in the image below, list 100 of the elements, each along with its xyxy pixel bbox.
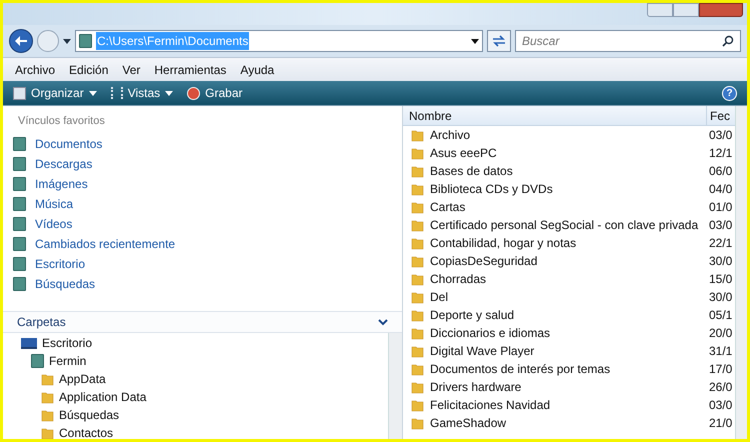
folder-icon — [411, 146, 424, 160]
file-name[interactable]: CopiasDeSeguridad — [403, 252, 707, 270]
file-date: 12/1 — [708, 145, 734, 162]
file-name[interactable]: Archivo — [403, 126, 707, 144]
folder-icon — [411, 272, 424, 286]
menu-item[interactable]: Edición — [69, 60, 108, 78]
tree-item[interactable]: Búsquedas — [13, 406, 388, 424]
scrollbar[interactable] — [388, 333, 402, 439]
file-date: 01/0 — [708, 199, 734, 216]
address-path: C:\Users\Fermin\Documents — [96, 32, 250, 50]
search-box[interactable]: Buscar — [515, 30, 741, 52]
folder-icon — [411, 218, 424, 232]
favorite-link[interactable]: Escritorio — [13, 254, 402, 274]
library-icon — [13, 276, 26, 290]
column-header[interactable]: Fec — [707, 106, 735, 125]
file-name[interactable]: Contabilidad, hogar y notas — [403, 234, 707, 252]
folder-icon — [411, 236, 424, 250]
favorite-link[interactable]: Vídeos — [13, 214, 402, 234]
file-date: 30/0 — [708, 253, 734, 270]
pages-icon — [13, 86, 26, 100]
file-date: 17/0 — [708, 361, 734, 378]
file-date: 05/1 — [708, 307, 734, 324]
folder-icon — [411, 326, 424, 340]
folder-icon — [41, 408, 54, 422]
close-icon[interactable] — [699, 3, 743, 17]
menu-item[interactable]: Archivo — [15, 60, 56, 78]
folder-icon — [411, 398, 424, 412]
search-icon[interactable] — [722, 35, 734, 47]
back-button[interactable] — [9, 29, 33, 53]
folder-icon — [411, 128, 424, 142]
toolbar-button[interactable]: Organizar — [13, 84, 97, 102]
favorite-link[interactable]: Cambiados recientemente — [13, 234, 402, 254]
tree-item[interactable]: Fermin — [13, 352, 388, 370]
chevron-icon — [378, 318, 388, 326]
folder-icon — [411, 254, 424, 268]
file-date: 15/0 — [708, 271, 734, 288]
file-date: 20/0 — [708, 325, 734, 342]
folder-icon — [411, 380, 424, 394]
library-icon — [13, 136, 26, 150]
file-name[interactable]: Deporte y salud — [403, 306, 707, 324]
menu-item[interactable]: Ayuda — [240, 60, 274, 78]
file-name[interactable]: GameShadow — [403, 414, 707, 432]
dropdown-icon[interactable] — [471, 38, 479, 44]
maximize-icon[interactable] — [673, 3, 699, 17]
favorite-link[interactable]: Documentos — [13, 134, 402, 154]
file-name[interactable]: Bases de datos — [403, 162, 707, 180]
folders-title: Carpetas — [17, 314, 66, 331]
favorite-link[interactable]: Descargas — [13, 154, 402, 174]
file-date: 22/1 — [708, 235, 734, 252]
arrow-icon — [15, 36, 27, 46]
file-name[interactable]: Digital Wave Player — [403, 342, 707, 360]
file-date: 21/0 — [708, 415, 734, 432]
menu-item[interactable]: Herramientas — [154, 60, 226, 78]
folder-icon — [411, 362, 424, 376]
file-name[interactable]: Documentos de interés por temas — [403, 360, 707, 378]
toolbar-button[interactable]: Vistas — [110, 84, 174, 102]
refresh-button[interactable] — [487, 30, 511, 52]
folders-header[interactable]: Carpetas — [3, 311, 402, 333]
file-name[interactable]: Del — [403, 288, 707, 306]
file-name[interactable]: Chorradas — [403, 270, 707, 288]
file-date: 30/0 — [708, 289, 734, 306]
file-date: 03/0 — [708, 397, 734, 414]
folder-icon — [41, 390, 54, 404]
minimize-icon[interactable] — [647, 3, 673, 17]
favorite-link[interactable]: Búsquedas — [13, 274, 402, 294]
caret-icon — [165, 90, 174, 96]
file-name[interactable]: Biblioteca CDs y DVDs — [403, 180, 707, 198]
caret-icon[interactable] — [63, 38, 71, 44]
file-date: 06/0 — [708, 163, 734, 180]
folder-icon — [411, 200, 424, 214]
column-header[interactable]: Nombre — [403, 106, 707, 125]
folder-icon — [41, 426, 54, 439]
library-icon — [13, 236, 26, 250]
tree-item[interactable]: Application Data — [13, 388, 388, 406]
favorite-link[interactable]: Música — [13, 194, 402, 214]
favorite-link[interactable]: Imágenes — [13, 174, 402, 194]
toolbar-button[interactable]: Grabar — [187, 84, 243, 102]
search-field[interactable]: Buscar — [522, 32, 722, 50]
help-icon[interactable]: ? — [722, 86, 737, 100]
scrollbar[interactable] — [735, 106, 747, 439]
library-icon — [13, 216, 26, 230]
favorites-heading: Vínculos favoritos — [17, 114, 106, 129]
file-date: 26/0 — [708, 379, 734, 396]
file-name[interactable]: Felicitaciones Navidad — [403, 396, 707, 414]
file-name[interactable]: Certificado personal SegSocial - con clave privada — [403, 216, 707, 234]
tree-item[interactable]: Escritorio — [13, 334, 388, 352]
menu-item[interactable]: Ver — [122, 60, 140, 78]
library-icon — [79, 34, 92, 48]
file-date: 03/0 — [708, 217, 734, 234]
file-name[interactable]: Cartas — [403, 198, 707, 216]
library-icon — [13, 156, 26, 170]
tree-item[interactable]: Contactos — [13, 424, 388, 439]
library-icon — [13, 196, 26, 210]
folder-icon — [411, 164, 424, 178]
tree-item[interactable]: AppData — [13, 370, 388, 388]
file-name[interactable]: Asus eeePC — [403, 144, 707, 162]
folder-icon — [41, 372, 54, 386]
file-name[interactable]: Drivers hardware — [403, 378, 707, 396]
file-name[interactable]: Diccionarios e idiomas — [403, 324, 707, 342]
folder-icon — [411, 182, 424, 196]
